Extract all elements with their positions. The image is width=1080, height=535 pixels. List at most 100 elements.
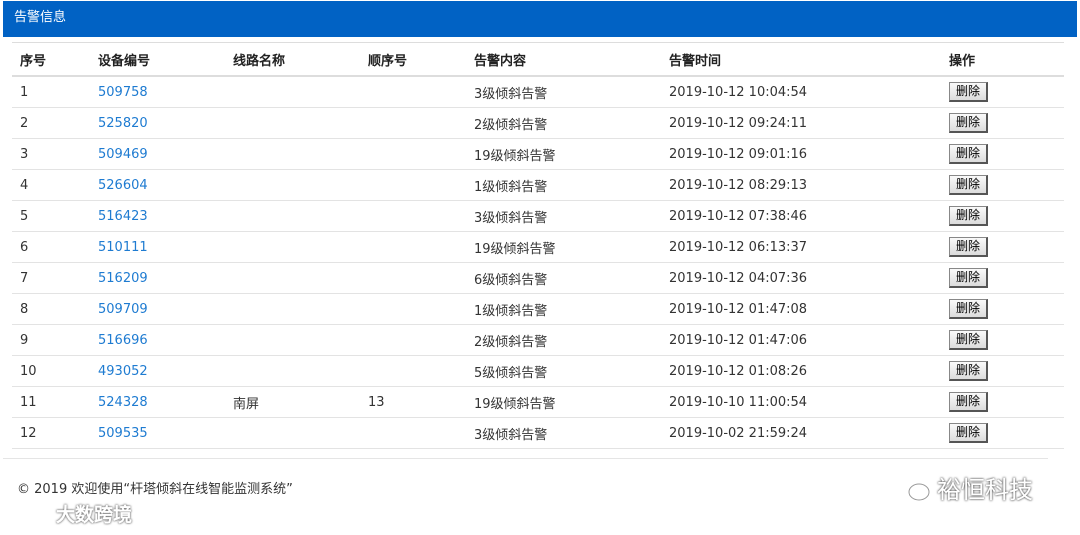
cell-line (225, 169, 360, 201)
delete-button[interactable]: 删除 (949, 206, 989, 226)
cell-line (225, 107, 360, 139)
device-id-link[interactable]: 509758 (98, 85, 148, 100)
cell-seq (360, 107, 466, 139)
watermark-right: 裕恒科技 (895, 470, 1033, 505)
cell-content: 2级倾斜告警 (466, 107, 661, 139)
cell-time: 2019-10-12 08:29:13 (661, 169, 941, 201)
cell-content: 19级倾斜告警 (466, 386, 661, 418)
col-header-line[interactable]: 线路名称 (225, 42, 360, 77)
table-row: 1 509758 3级倾斜告警 2019-10-12 10:04:54 删除 (12, 76, 1064, 108)
cell-action: 删除 (941, 417, 1064, 449)
col-header-time[interactable]: 告警时间 (661, 42, 941, 77)
footer-copyright: © 2019 欢迎使用“杆塔倾斜在线智能监测系统” (17, 482, 293, 497)
table-row: 5 516423 3级倾斜告警 2019-10-12 07:38:46 删除 (12, 200, 1064, 232)
delete-button[interactable]: 删除 (949, 299, 989, 319)
alarm-table-container: 序号 设备编号 线路名称 顺序号 告警内容 告警时间 操作 1 509758 3级倾… (12, 42, 1064, 449)
cell-device: 516696 (90, 324, 225, 356)
cell-seq (360, 200, 466, 232)
cell-content: 2级倾斜告警 (466, 324, 661, 356)
col-header-content[interactable]: 告警内容 (466, 42, 661, 77)
cell-line (225, 200, 360, 232)
cell-action: 删除 (941, 107, 1064, 139)
delete-button[interactable]: 删除 (949, 392, 989, 412)
device-id-link[interactable]: 516209 (98, 271, 148, 286)
cell-seq (360, 293, 466, 325)
cell-content: 19级倾斜告警 (466, 138, 661, 170)
table-row: 4 526604 1级倾斜告警 2019-10-12 08:29:13 删除 (12, 169, 1064, 201)
cell-action: 删除 (941, 169, 1064, 201)
cell-line (225, 293, 360, 325)
cell-time: 2019-10-12 01:08:26 (661, 355, 941, 387)
watermark-left-text: 大数跨境 (56, 504, 133, 526)
cell-time: 2019-10-02 21:59:24 (661, 417, 941, 449)
watermark-left: 大数跨境 (8, 500, 132, 527)
cell-device: 516209 (90, 262, 225, 294)
footer-divider (3, 458, 1048, 459)
col-header-seq[interactable]: 顺序号 (360, 42, 466, 77)
logo-icon (8, 505, 48, 522)
delete-button[interactable]: 删除 (949, 268, 989, 288)
col-header-index[interactable]: 序号 (12, 42, 90, 77)
table-row: 11 524328 南屏 13 19级倾斜告警 2019-10-10 11:00:54 删除 (12, 386, 1064, 418)
table-row: 9 516696 2级倾斜告警 2019-10-12 01:47:06 删除 (12, 324, 1064, 356)
device-id-link[interactable]: 509469 (98, 147, 148, 162)
delete-button[interactable]: 删除 (949, 175, 989, 195)
delete-button[interactable]: 删除 (949, 144, 989, 164)
cell-seq (360, 355, 466, 387)
cell-action: 删除 (941, 231, 1064, 263)
cell-time: 2019-10-12 10:04:54 (661, 76, 941, 108)
device-id-link[interactable]: 516423 (98, 209, 148, 224)
cell-seq (360, 169, 466, 201)
cell-line (225, 138, 360, 170)
cell-time: 2019-10-10 11:00:54 (661, 386, 941, 418)
cell-index: 3 (12, 138, 90, 170)
delete-button[interactable]: 删除 (949, 82, 989, 102)
delete-button[interactable]: 删除 (949, 361, 989, 381)
cell-time: 2019-10-12 01:47:06 (661, 324, 941, 356)
table-row: 12 509535 3级倾斜告警 2019-10-02 21:59:24 删除 (12, 417, 1064, 449)
cell-seq (360, 231, 466, 263)
cell-content: 6级倾斜告警 (466, 262, 661, 294)
header-title: 告警信息 (14, 10, 67, 25)
cell-content: 3级倾斜告警 (466, 200, 661, 232)
cell-line (225, 76, 360, 108)
cell-index: 9 (12, 324, 90, 356)
device-id-link[interactable]: 493052 (98, 364, 148, 379)
table-row: 2 525820 2级倾斜告警 2019-10-12 09:24:11 删除 (12, 107, 1064, 139)
cell-seq (360, 262, 466, 294)
cell-device: 510111 (90, 231, 225, 263)
delete-button[interactable]: 删除 (949, 113, 989, 133)
delete-button[interactable]: 删除 (949, 330, 989, 350)
watermark-right-text: 裕恒科技 (937, 476, 1033, 504)
cell-index: 11 (12, 386, 90, 418)
col-header-device[interactable]: 设备编号 (90, 42, 225, 77)
page-header: 告警信息 (3, 1, 1077, 37)
cell-index: 4 (12, 169, 90, 201)
cell-line (225, 355, 360, 387)
cell-action: 删除 (941, 138, 1064, 170)
device-id-link[interactable]: 509535 (98, 426, 148, 441)
alarm-table: 序号 设备编号 线路名称 顺序号 告警内容 告警时间 操作 1 509758 3级倾… (12, 42, 1064, 449)
device-id-link[interactable]: 509709 (98, 302, 148, 317)
delete-button[interactable]: 删除 (949, 237, 989, 257)
device-id-link[interactable]: 524328 (98, 395, 148, 410)
device-id-link[interactable]: 525820 (98, 116, 148, 131)
cell-device: 509469 (90, 138, 225, 170)
device-id-link[interactable]: 526604 (98, 178, 148, 193)
device-id-link[interactable]: 516696 (98, 333, 148, 348)
cell-action: 删除 (941, 293, 1064, 325)
cell-index: 8 (12, 293, 90, 325)
cell-line (225, 417, 360, 449)
cell-index: 6 (12, 231, 90, 263)
cell-action: 删除 (941, 386, 1064, 418)
delete-button[interactable]: 删除 (949, 423, 989, 443)
cell-action: 删除 (941, 76, 1064, 108)
cell-content: 3级倾斜告警 (466, 76, 661, 108)
cell-line: 南屏 (225, 386, 360, 418)
cell-time: 2019-10-12 04:07:36 (661, 262, 941, 294)
cell-seq (360, 138, 466, 170)
cell-action: 删除 (941, 355, 1064, 387)
device-id-link[interactable]: 510111 (98, 240, 148, 255)
cell-line (225, 231, 360, 263)
cell-time: 2019-10-12 09:01:16 (661, 138, 941, 170)
